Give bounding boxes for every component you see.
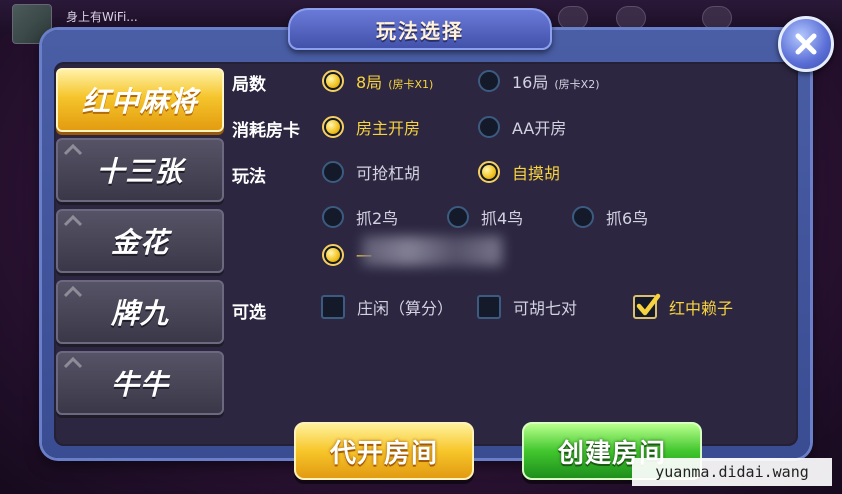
radio-dot-icon xyxy=(322,116,344,138)
option-subtext: (房卡X2) xyxy=(554,78,600,91)
blurred-region xyxy=(362,236,502,266)
dialog-title: 玩法选择 xyxy=(376,18,464,43)
button-label: 代开房间 xyxy=(329,438,438,469)
radio-dot-icon xyxy=(447,206,469,228)
play-mode-self-draw[interactable]: 自摸胡 xyxy=(478,160,560,184)
tab-label: 牛牛 xyxy=(110,368,169,401)
option-text: 红中赖子 xyxy=(669,299,734,318)
option-text: 自摸胡 xyxy=(512,164,561,183)
option-text: 房主开房 xyxy=(356,119,421,138)
radio-dot-icon xyxy=(478,116,500,138)
radio-dot-icon xyxy=(322,206,344,228)
option-text: 抓2鸟 xyxy=(356,209,399,228)
checkmark-icon xyxy=(636,293,661,316)
play-mode-rob-kong[interactable]: 可抢杠胡 xyxy=(322,160,420,184)
option-text: 可抢杠胡 xyxy=(356,164,421,183)
close-button[interactable] xyxy=(778,16,834,72)
tab-golden-flower[interactable]: 金花 xyxy=(56,209,224,273)
radio-dot-icon xyxy=(322,161,344,183)
rounds-option-8[interactable]: 8局 (房卡X1) xyxy=(322,69,433,93)
rounds-option-16[interactable]: 16局 (房卡X2) xyxy=(478,69,600,93)
close-icon xyxy=(795,33,817,55)
option-text: 抓4鸟 xyxy=(481,209,524,228)
tab-niuniu[interactable]: 牛牛 xyxy=(56,351,224,415)
tab-decoration-icon xyxy=(64,357,82,369)
top-menu-icon[interactable] xyxy=(702,6,732,30)
status-text: 身上有WiFi... xyxy=(66,10,138,24)
radio-dot-icon xyxy=(322,70,344,92)
dialog-title-plate: 玩法选择 xyxy=(288,8,552,50)
checkbox-icon xyxy=(321,295,345,319)
option-text: 8局 xyxy=(356,73,383,92)
card-cost-owner[interactable]: 房主开房 xyxy=(322,115,420,139)
rounds-label: 局数 xyxy=(232,75,266,95)
tab-decoration-icon xyxy=(64,286,82,298)
card-cost-aa[interactable]: AA开房 xyxy=(478,115,566,139)
tab-decoration-icon xyxy=(64,215,82,227)
tab-decoration-icon xyxy=(64,144,82,156)
bird-option-4[interactable]: 抓4鸟 xyxy=(447,205,523,229)
option-text: 抓6鸟 xyxy=(606,209,649,228)
proxy-open-room-button[interactable]: 代开房间 xyxy=(294,422,474,480)
option-subtext: (房卡X1) xyxy=(388,78,434,91)
optional-hongzhong-wild[interactable]: 红中赖子 xyxy=(633,293,734,319)
checkbox-icon xyxy=(633,293,661,319)
tab-label: 牌九 xyxy=(110,297,169,330)
top-menu-icon[interactable] xyxy=(616,6,646,30)
bird-option-6[interactable]: 抓6鸟 xyxy=(572,205,648,229)
radio-dot-icon xyxy=(478,161,500,183)
option-text: AA开房 xyxy=(512,119,567,138)
option-text: 庄闲（算分） xyxy=(357,299,454,318)
tab-label: 红中麻将 xyxy=(81,85,198,118)
radio-dot-icon xyxy=(322,244,344,266)
checkbox-icon xyxy=(477,295,501,319)
top-menu-icon[interactable] xyxy=(558,6,588,30)
play-mode-label: 玩法 xyxy=(232,167,266,187)
optional-label: 可选 xyxy=(232,303,266,323)
watermark: yuanma.didai.wang xyxy=(632,458,832,486)
tab-thirteen-cards[interactable]: 十三张 xyxy=(56,138,224,202)
radio-dot-icon xyxy=(478,70,500,92)
tab-label: 十三张 xyxy=(96,155,184,188)
bird-option-2[interactable]: 抓2鸟 xyxy=(322,205,398,229)
option-text: 16局 xyxy=(512,73,549,92)
tab-pai-gow[interactable]: 牌九 xyxy=(56,280,224,344)
card-cost-label: 消耗房卡 xyxy=(232,121,300,141)
radio-dot-icon xyxy=(572,206,594,228)
tab-hongzhong-mahjong[interactable]: 红中麻将 xyxy=(56,68,224,132)
tab-label: 金花 xyxy=(110,226,169,259)
optional-banker-idle[interactable]: 庄闲（算分） xyxy=(321,295,453,319)
optional-seven-pairs[interactable]: 可胡七对 xyxy=(477,295,577,319)
option-text: 可胡七对 xyxy=(513,299,578,318)
